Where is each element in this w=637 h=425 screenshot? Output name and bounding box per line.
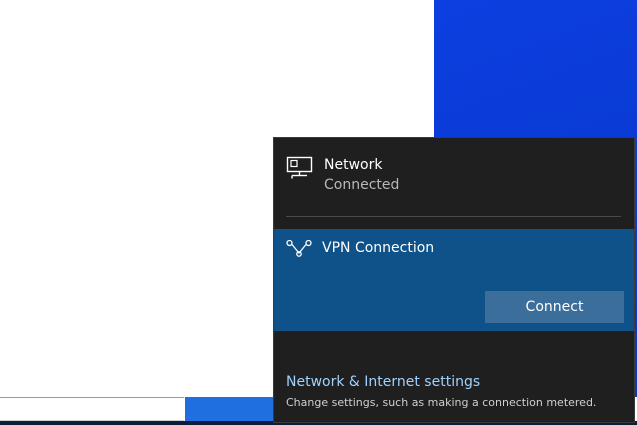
taskbar-active-item[interactable]	[185, 397, 275, 421]
vpn-connection-item[interactable]: VPN Connection Connect	[274, 229, 634, 331]
connect-button[interactable]: Connect	[485, 291, 624, 323]
divider	[286, 216, 621, 217]
network-status: Connected	[324, 177, 400, 193]
network-flyout: Network Connected VPN Connection Connect…	[273, 137, 635, 423]
settings-description: Change settings, such as making a connec…	[286, 396, 597, 409]
network-title: Network	[324, 157, 383, 173]
vpn-icon	[286, 239, 312, 257]
wired-network-icon	[286, 156, 314, 180]
network-internet-settings-link[interactable]: Network & Internet settings	[286, 374, 480, 390]
taskbar-search-box[interactable]	[0, 397, 184, 421]
network-item[interactable]: Network Connected	[286, 156, 616, 198]
vpn-connection-label: VPN Connection	[322, 240, 435, 256]
screen: Network Connected VPN Connection Connect…	[0, 0, 637, 425]
